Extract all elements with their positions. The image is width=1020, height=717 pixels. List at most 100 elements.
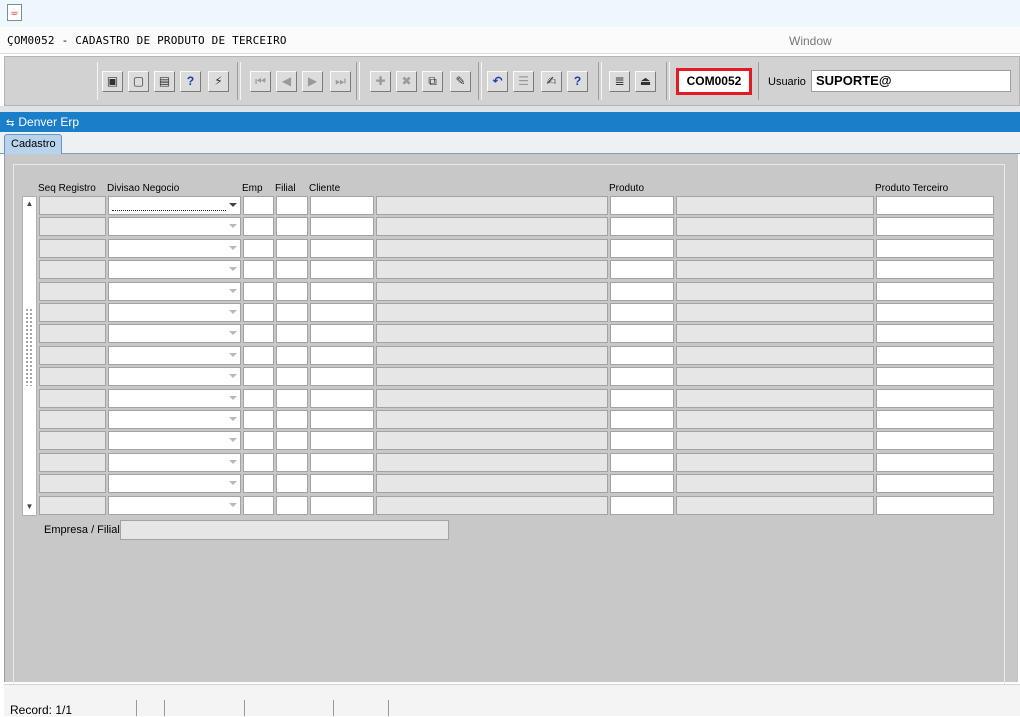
cell-emp[interactable] [243,196,274,215]
cell-produto-terceiro[interactable] [876,324,994,344]
cell-divisao-negocio[interactable] [108,495,241,515]
cell-produto-terceiro[interactable] [876,260,994,280]
chevron-down-icon[interactable] [229,502,237,507]
cell-cliente[interactable] [310,495,374,515]
cell-filial[interactable] [276,238,308,258]
cell-divisao-negocio[interactable] [108,303,241,322]
save-button[interactable]: ▣ [102,71,123,92]
cell-cliente[interactable] [310,474,374,494]
cell-divisao-negocio[interactable] [108,238,241,258]
next-record-button[interactable]: ▶ [302,71,323,92]
cell-divisao-negocio[interactable] [108,431,241,451]
cell-cliente[interactable] [310,410,374,429]
menu-button[interactable]: ≣ [609,71,630,92]
cell-filial[interactable] [276,388,308,408]
cell-divisao-negocio[interactable] [108,452,241,472]
cell-produto-terceiro[interactable] [876,410,994,429]
cell-filial[interactable] [276,345,308,365]
cell-produto[interactable] [610,217,674,237]
menu-window[interactable]: Window [789,34,832,48]
cell-cliente[interactable] [310,345,374,365]
cell-filial[interactable] [276,281,308,301]
query-help-button[interactable]: ? [180,71,201,92]
chevron-down-icon[interactable] [229,459,237,464]
cell-divisao-negocio[interactable] [108,410,241,429]
chevron-down-icon[interactable] [229,203,237,207]
cell-emp[interactable] [243,217,274,237]
duplicate-record-button[interactable]: ⧉ [422,71,443,92]
chevron-down-icon[interactable] [229,310,237,314]
cell-filial[interactable] [276,495,308,515]
help-button[interactable]: ? [567,71,588,92]
list-values-button[interactable]: ☰ [513,71,534,92]
cell-produto-terceiro[interactable] [876,345,994,365]
delete-record-button[interactable]: ✖ [396,71,417,92]
cell-produto[interactable] [610,410,674,429]
cell-divisao-negocio[interactable] [108,345,241,365]
chevron-down-icon[interactable] [229,331,237,336]
chevron-down-icon[interactable] [229,267,237,272]
cell-produto[interactable] [610,303,674,322]
cell-filial[interactable] [276,410,308,429]
cell-filial[interactable] [276,303,308,322]
cell-divisao-negocio[interactable] [108,388,241,408]
cell-emp[interactable] [243,345,274,365]
tab-cadastro[interactable]: Cadastro [4,134,62,154]
cell-produto[interactable] [610,495,674,515]
cell-emp[interactable] [243,367,274,387]
cell-produto[interactable] [610,431,674,451]
cell-produto-terceiro[interactable] [876,367,994,387]
cell-filial[interactable] [276,452,308,472]
cell-emp[interactable] [243,324,274,344]
exit-button[interactable]: ⏏ [635,71,656,92]
cell-emp[interactable] [243,260,274,280]
cell-emp[interactable] [243,431,274,451]
chevron-down-icon[interactable] [229,288,237,293]
cell-filial[interactable] [276,474,308,494]
cell-produto-terceiro[interactable] [876,452,994,472]
cell-cliente[interactable] [310,303,374,322]
chevron-down-icon[interactable] [229,374,237,379]
cell-produto-terceiro[interactable] [876,388,994,408]
cell-cliente[interactable] [310,324,374,344]
cell-emp[interactable] [243,238,274,258]
cell-produto-terceiro[interactable] [876,238,994,258]
window-button[interactable]: ▢ [128,71,149,92]
cell-produto[interactable] [610,388,674,408]
cell-produto-terceiro[interactable] [876,303,994,322]
cell-emp[interactable] [243,388,274,408]
cell-emp[interactable] [243,281,274,301]
edit-button[interactable]: ✍ [541,71,562,92]
cell-filial[interactable] [276,324,308,344]
cell-produto[interactable] [610,452,674,472]
chevron-down-icon[interactable] [229,417,237,421]
cell-divisao-negocio[interactable] [108,196,241,215]
cell-produto-terceiro[interactable] [876,474,994,494]
cell-cliente[interactable] [310,238,374,258]
insert-record-button[interactable]: ✚ [370,71,391,92]
cell-produto-terceiro[interactable] [876,431,994,451]
cell-cliente[interactable] [310,196,374,215]
cell-produto-terceiro[interactable] [876,495,994,515]
cell-emp[interactable] [243,474,274,494]
previous-record-button[interactable]: ◀ [276,71,297,92]
chevron-down-icon[interactable] [229,395,237,400]
cell-divisao-negocio[interactable] [108,281,241,301]
cell-filial[interactable] [276,431,308,451]
cell-produto-terceiro[interactable] [876,281,994,301]
cell-cliente[interactable] [310,260,374,280]
first-record-button[interactable]: ⏮ [250,71,271,92]
cell-cliente[interactable] [310,281,374,301]
cell-produto[interactable] [610,324,674,344]
cell-divisao-negocio[interactable] [108,260,241,280]
cell-emp[interactable] [243,410,274,429]
cell-emp[interactable] [243,303,274,322]
chevron-down-icon[interactable] [229,224,237,229]
cell-produto-terceiro[interactable] [876,217,994,237]
last-record-button[interactable]: ⏭ [330,71,351,92]
cell-cliente[interactable] [310,431,374,451]
chevron-down-icon[interactable] [229,481,237,486]
cell-produto[interactable] [610,238,674,258]
scroll-up-icon[interactable]: ▲ [23,197,36,211]
cell-cliente[interactable] [310,388,374,408]
